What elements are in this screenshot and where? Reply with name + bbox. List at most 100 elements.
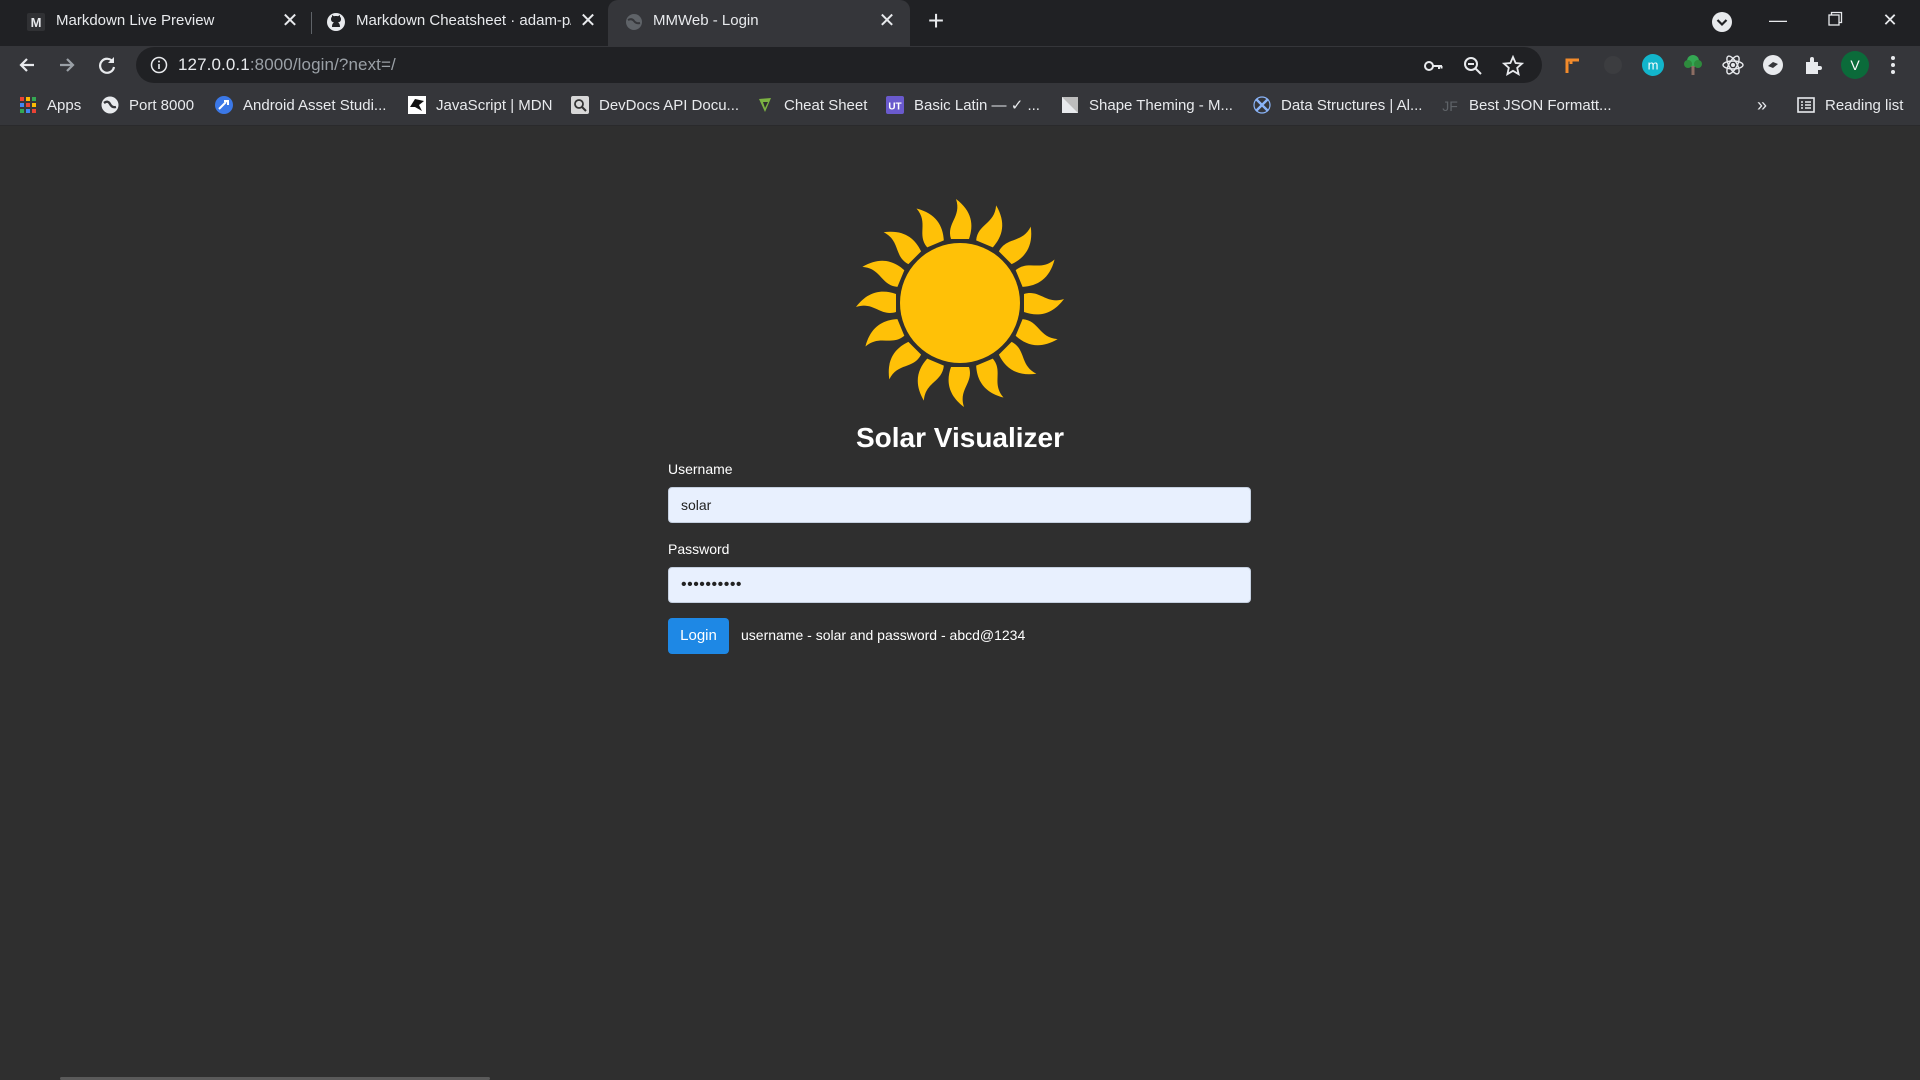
extension-react-icon[interactable] — [1721, 53, 1745, 77]
sun-logo — [840, 183, 1080, 423]
site-info-icon[interactable] — [150, 56, 168, 74]
globe-icon — [624, 12, 644, 32]
bookmark-port-8000[interactable]: Port 8000 — [100, 84, 194, 126]
forward-button[interactable] — [52, 50, 82, 80]
sun-ray — [1015, 319, 1058, 346]
menu-kebab-icon[interactable] — [1881, 53, 1905, 77]
bookmark-label: Data Structures | Al... — [1281, 96, 1423, 114]
page-title: Solar Visualizer — [855, 422, 1065, 453]
sun-ray — [976, 205, 1003, 248]
credentials-hint: username - solar and password - abcd@123… — [741, 627, 1026, 643]
bookmark-label: Best JSON Formatt... — [1469, 96, 1612, 114]
sun-ray — [1024, 293, 1064, 315]
sun-ray — [950, 199, 972, 239]
bookmark-cheat-sheet[interactable]: Cheat Sheet — [755, 84, 867, 126]
tab-title: Markdown Live Preview — [56, 12, 215, 29]
zoom-out-icon[interactable] — [1462, 55, 1484, 77]
close-tab-icon[interactable]: ✕ — [577, 10, 599, 32]
extension-tree-icon[interactable] — [1681, 53, 1705, 77]
sun-ray — [883, 231, 922, 265]
tab-title: MMWeb - Login — [653, 12, 759, 29]
reload-button[interactable] — [92, 50, 122, 80]
bookmark-label: Apps — [47, 96, 82, 114]
profile-avatar[interactable]: V — [1841, 51, 1869, 79]
password-field[interactable]: •••••••••• — [668, 567, 1251, 603]
close-tab-icon[interactable]: ✕ — [876, 10, 898, 32]
close-window-button[interactable]: ✕ — [1862, 0, 1918, 40]
bookmark-label: Shape Theming - M... — [1089, 96, 1233, 114]
bookmark-shape-theming[interactable]: Shape Theming - M... — [1060, 84, 1233, 126]
svg-text:JF: JF — [1442, 98, 1458, 114]
sun-ray — [948, 367, 970, 407]
key-icon[interactable] — [1422, 55, 1444, 77]
bookmark-label: Basic Latin — ✓ ... — [914, 97, 1040, 114]
sun-ray — [916, 208, 944, 248]
sun-ray — [976, 358, 1004, 398]
svg-text:m: m — [1648, 58, 1659, 73]
close-tab-icon[interactable]: ✕ — [279, 10, 301, 32]
svg-text:UT: UT — [888, 102, 901, 113]
bookmark-label: JavaScript | MDN — [436, 96, 553, 114]
sun-ray — [917, 358, 944, 401]
sun-ray — [862, 260, 905, 287]
tab-markdown-live-preview[interactable]: M Markdown Live Preview ✕ — [0, 0, 300, 46]
data-structures-icon — [1252, 95, 1272, 115]
sun-ray — [865, 319, 905, 347]
minimize-button[interactable]: — — [1750, 0, 1806, 40]
username-label: Username — [668, 461, 733, 477]
bookmark-label: DevDocs API Docu... — [599, 96, 740, 114]
sun-ray — [998, 226, 1032, 265]
jf-icon: JF — [1440, 95, 1460, 115]
mdn-icon — [407, 95, 427, 115]
restore-button[interactable] — [1806, 0, 1862, 40]
tab-search-icon[interactable] — [1710, 10, 1734, 34]
material-icon — [1060, 95, 1080, 115]
bookmark-android-asset-studio[interactable]: Android Asset Studi... — [214, 84, 386, 126]
bookmark-basic-latin[interactable]: UT Basic Latin — ✓ ... — [885, 84, 1040, 126]
sun-ray — [1015, 259, 1055, 287]
cheat-sheet-icon — [755, 95, 775, 115]
address-bar[interactable]: 127.0.0.1:8000/login/?next=/ — [136, 47, 1542, 83]
bookmark-devdocs[interactable]: DevDocs API Docu... — [570, 84, 739, 126]
login-page: Solar Visualizer Username solar Password… — [0, 127, 1920, 1080]
github-icon — [326, 12, 346, 32]
bookmarks-bar: Apps Port 8000 Android Asset Studi... Ja… — [0, 84, 1920, 126]
extension-disabled-icon[interactable] — [1601, 53, 1625, 77]
globe-icon — [100, 95, 120, 115]
login-button[interactable]: Login — [668, 618, 729, 654]
browser-toolbar: 127.0.0.1:8000/login/?next=/ m V — [0, 46, 1920, 84]
apps-grid-icon — [18, 95, 38, 115]
url-text: 127.0.0.1:8000/login/?next=/ — [178, 55, 396, 74]
bookmark-star-icon[interactable] — [1502, 55, 1524, 77]
reading-list-label: Reading list — [1825, 96, 1904, 114]
tab-markdown-cheatsheet[interactable]: Markdown Cheatsheet · adam-p/ ✕ — [300, 0, 608, 46]
sun-disc — [900, 243, 1020, 363]
username-field[interactable]: solar — [668, 487, 1251, 523]
tab-strip: M Markdown Live Preview ✕ Markdown Cheat… — [0, 0, 1920, 46]
bookmark-best-json-formatter[interactable]: JF Best JSON Formatt... — [1440, 84, 1612, 126]
bookmark-label: Cheat Sheet — [784, 96, 868, 114]
tab-mmweb-login[interactable]: MMWeb - Login ✕ — [608, 0, 910, 46]
extension-bird-icon[interactable] — [1761, 53, 1785, 77]
sun-ray — [998, 341, 1037, 375]
android-asset-icon — [214, 95, 234, 115]
devdocs-icon — [570, 95, 590, 115]
extensions-puzzle-icon[interactable] — [1801, 53, 1825, 77]
bookmark-javascript-mdn[interactable]: JavaScript | MDN — [407, 84, 552, 126]
reading-list-button[interactable]: Reading list — [1796, 84, 1903, 126]
bookmark-apps[interactable]: Apps — [18, 84, 81, 126]
new-tab-button[interactable]: + — [922, 7, 950, 36]
extension-orange-icon[interactable] — [1561, 53, 1585, 77]
bookmark-data-structures[interactable]: Data Structures | Al... — [1252, 84, 1422, 126]
bookmarks-overflow-button[interactable]: » — [1757, 84, 1767, 126]
ut-icon: UT — [885, 95, 905, 115]
password-label: Password — [668, 541, 730, 557]
sun-ray — [888, 341, 922, 380]
bookmark-label: Port 8000 — [129, 96, 195, 114]
bookmark-label: Android Asset Studi... — [243, 96, 387, 114]
svg-text:V: V — [1850, 57, 1860, 73]
markdown-m-icon: M — [26, 12, 46, 32]
extension-m-icon[interactable]: m — [1641, 53, 1665, 77]
back-button[interactable] — [12, 50, 42, 80]
svg-text:M: M — [31, 15, 42, 30]
